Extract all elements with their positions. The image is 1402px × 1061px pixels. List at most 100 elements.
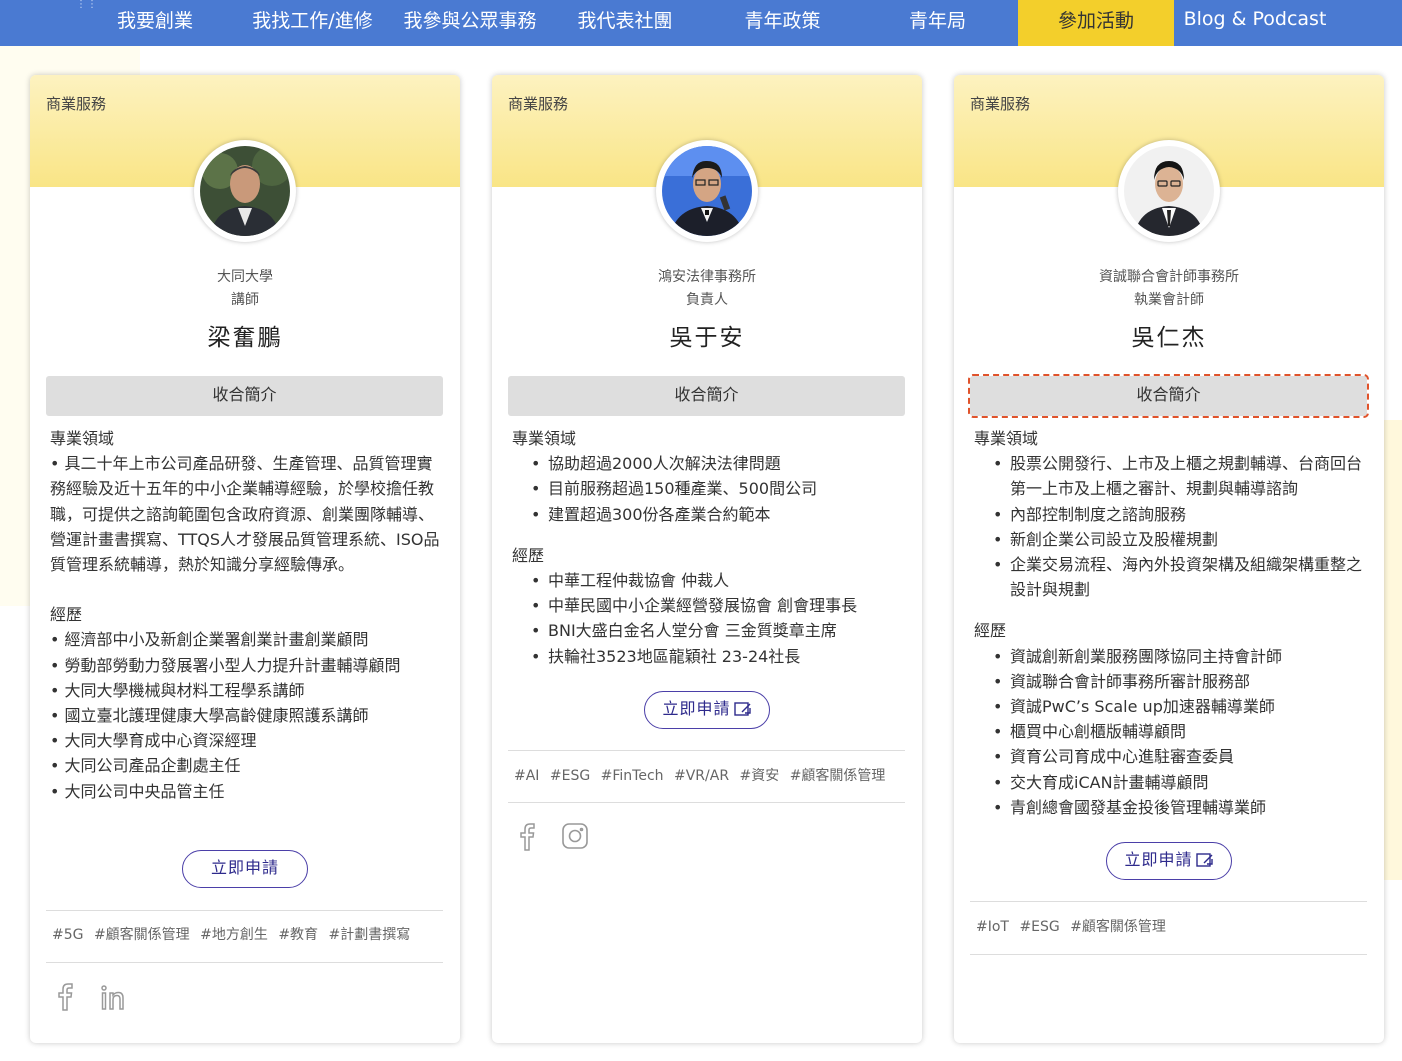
instagram-icon[interactable] (562, 820, 588, 852)
mentor-bio: 專業領域 • 具二十年上市公司產品研發、生產管理、品質管理實務經驗及近十五年的中… (50, 426, 445, 804)
experience-heading: 經歷 (50, 605, 83, 625)
list-item: 大同公司中央品管主任 (50, 779, 445, 804)
linkedin-icon[interactable] (100, 980, 126, 1012)
expertise-list: 協助超過2000人次解決法律問題 目前服務超過150種產業、500間公司 建置超… (512, 451, 907, 527)
avatar (656, 140, 758, 242)
experience-heading: 經歷 (974, 621, 1007, 641)
experience-list: 資誠創新創業服務團隊協同主持會計師 資誠聯合會計師事務所審計服務部 資誠PwC’… (974, 644, 1369, 821)
list-item: 建置超過300份各產業合約範本 (528, 502, 907, 527)
apply-label: 立即申請 (210, 858, 279, 877)
tag[interactable]: #AI (514, 768, 539, 784)
list-item: 目前服務超過150種產業、500間公司 (528, 476, 907, 501)
facebook-icon[interactable] (514, 820, 540, 852)
collapse-bio-button[interactable]: 收合簡介 (968, 374, 1369, 418)
list-item: 青創總會國發基金投後管理輔導業師 (990, 795, 1369, 820)
tag[interactable]: #FinTech (601, 768, 664, 784)
apply-button[interactable]: 立即申請 (1106, 842, 1232, 880)
tag[interactable]: #ESG (550, 768, 590, 784)
tag[interactable]: #顧客關係管理 (94, 927, 190, 943)
external-form-icon (733, 702, 751, 716)
nav-item-associations[interactable]: 我代表社團 (565, 0, 685, 46)
expertise-heading: 專業領域 (512, 429, 577, 448)
nav-item-public-affairs[interactable]: 我參與公眾事務 (395, 0, 545, 46)
list-item: 扶輪社3523地區龍穎社 23-24社長 (528, 644, 907, 669)
social-links (52, 980, 126, 1012)
tag[interactable]: #顧客關係管理 (790, 768, 886, 784)
tag-list: #IoT #ESG #顧客關係管理 (976, 916, 1166, 936)
list-item: 國立臺北護理健康大學高齡健康照護系講師 (50, 703, 445, 728)
mentor-bio: 專業領域 股票公開發行、上市及上櫃之規劃輔導、台商回台第一上市及上櫃之審計、規劃… (974, 426, 1369, 820)
nav-item-youth-policy[interactable]: 青年政策 (730, 0, 835, 46)
experience-heading: 經歷 (512, 545, 545, 565)
list-item: 大同大學育成中心資深經理 (50, 728, 445, 753)
mentor-name: 吳于安 (669, 325, 745, 351)
mentor-name: 吳仁杰 (1131, 325, 1207, 351)
expertise-text: • 具二十年上市公司產品研發、生產管理、品質管理實務經驗及近十五年的中小企業輔導… (50, 454, 440, 575)
list-item: 中華工程仲裁協會 仲裁人 (528, 568, 907, 593)
apply-label: 立即申請 (662, 699, 731, 718)
list-item: 經濟部中小及新創企業署創業計畫創業顧問 (50, 627, 445, 652)
avatar (1118, 140, 1220, 242)
expertise-list: 股票公開發行、上市及上櫃之規劃輔導、台商回台第一上市及上櫃之審計、規劃與輔導諮詢… (974, 451, 1369, 602)
tag[interactable]: #5G (52, 927, 84, 943)
divider (508, 750, 905, 751)
tag-list: #5G #顧客關係管理 #地方創生 #教育 #計劃書撰寫 (52, 924, 410, 944)
top-navigation: ⋮⋮ 我要創業 我找工作/進修 我參與公眾事務 我代表社團 青年政策 青年局 參… (0, 0, 1402, 46)
tag[interactable]: #VR/AR (674, 768, 729, 784)
experience-list: 中華工程仲裁協會 仲裁人 中華民國中小企業經營發展協會 創會理事長 BNI大盛白… (512, 568, 907, 669)
mentor-role: 執業會計師 (1134, 292, 1204, 308)
nav-item-events[interactable]: 參加活動 (1018, 0, 1174, 46)
facebook-icon[interactable] (52, 980, 78, 1012)
nav-item-startup[interactable]: 我要創業 (100, 0, 210, 46)
list-item: 股票公開發行、上市及上櫃之規劃輔導、台商回台第一上市及上櫃之審計、規劃與輔導諮詢 (990, 451, 1369, 501)
divider (508, 802, 905, 803)
tag[interactable]: #教育 (278, 927, 318, 943)
mentor-card: 商業服務 大同大學 講師 梁奮鵬 收合簡介 專業領域 • 具二十年上市公司產品研… (30, 75, 460, 1043)
social-links (514, 820, 588, 852)
apply-button[interactable]: 立即申請 (182, 850, 308, 888)
divider (46, 910, 443, 911)
mentor-role: 負責人 (686, 292, 728, 308)
list-item: 勞動部勞動力發展署小型人力提升計畫輔導顧問 (50, 653, 445, 678)
tag[interactable]: #資安 (740, 768, 780, 784)
list-item: 中華民國中小企業經營發展協會 創會理事長 (528, 593, 907, 618)
mentor-role: 講師 (231, 292, 259, 308)
apply-button[interactable]: 立即申請 (644, 691, 770, 729)
drag-handle-icon[interactable]: ⋮⋮ (76, 0, 98, 10)
tag[interactable]: #IoT (976, 919, 1009, 935)
apply-label: 立即申請 (1124, 850, 1193, 869)
tag[interactable]: #計劃書撰寫 (329, 927, 411, 943)
expertise-heading: 專業領域 (50, 429, 115, 448)
nav-item-blog-podcast[interactable]: Blog & Podcast (1175, 0, 1335, 46)
experience-list: 經濟部中小及新創企業署創業計畫創業顧問 勞動部勞動力發展署小型人力提升計畫輔導顧… (50, 627, 445, 803)
nav-item-jobs[interactable]: 我找工作/進修 (240, 0, 385, 46)
mentor-organization: 鴻安法律事務所 (658, 269, 756, 285)
list-item: 櫃買中心創櫃版輔導顧問 (990, 719, 1369, 744)
list-item: 資誠聯合會計師事務所審計服務部 (990, 669, 1369, 694)
mentor-organization: 資誠聯合會計師事務所 (1099, 269, 1239, 285)
nav-item-youth-bureau[interactable]: 青年局 (890, 0, 985, 46)
tag[interactable]: #ESG (1019, 919, 1059, 935)
card-category: 商業服務 (508, 95, 569, 113)
card-category: 商業服務 (46, 95, 107, 113)
list-item: 企業交易流程、海內外投資架構及組織架構重整之設計與規劃 (990, 552, 1369, 602)
list-item: 協助超過2000人次解決法律問題 (528, 451, 907, 476)
mentor-organization: 大同大學 (217, 269, 273, 285)
collapse-bio-button[interactable]: 收合簡介 (508, 376, 905, 416)
divider (46, 962, 443, 963)
list-item: 大同公司產品企劃處主任 (50, 753, 445, 778)
list-item: 資育公司育成中心進駐審查委員 (990, 744, 1369, 769)
list-item: 內部控制制度之諮詢服務 (990, 502, 1369, 527)
tag[interactable]: #顧客關係管理 (1070, 919, 1166, 935)
collapse-bio-button[interactable]: 收合簡介 (46, 376, 443, 416)
expertise-heading: 專業領域 (974, 429, 1039, 448)
list-item: 交大育成iCAN計畫輔導顧問 (990, 770, 1369, 795)
list-item: 資誠PwC’s Scale up加速器輔導業師 (990, 694, 1369, 719)
list-item: 大同大學機械與材料工程學系講師 (50, 678, 445, 703)
tag[interactable]: #地方創生 (200, 927, 268, 943)
tag-list: #AI #ESG #FinTech #VR/AR #資安 #顧客關係管理 (514, 765, 885, 785)
divider (970, 901, 1367, 902)
divider (970, 954, 1367, 955)
external-form-icon (1195, 853, 1213, 867)
mentor-card: 商業服務 資誠聯合會計師事務所 執業會計師 吳仁杰 收合簡介 專業領域 股票公開… (954, 75, 1384, 1043)
